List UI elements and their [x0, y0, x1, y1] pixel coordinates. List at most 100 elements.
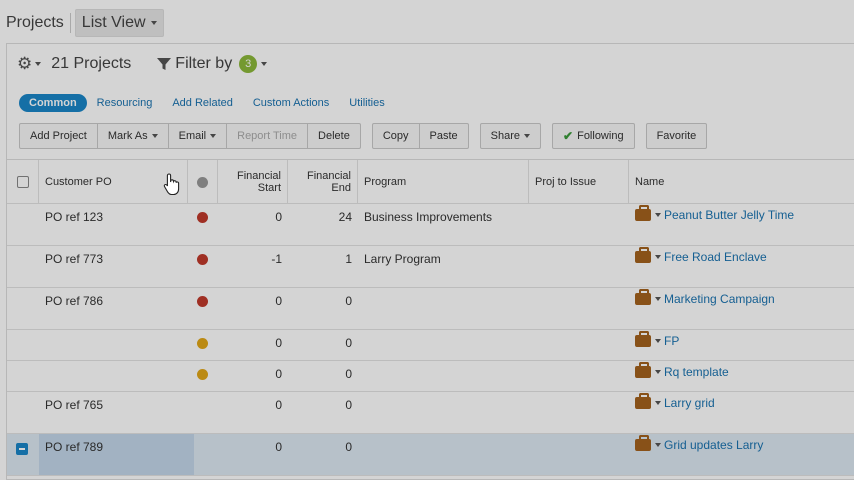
project-name-link[interactable]: Peanut Butter Jelly Time — [664, 209, 794, 221]
briefcase-icon[interactable] — [635, 247, 651, 263]
tab-add-related[interactable]: Add Related — [162, 94, 243, 112]
column-header-label: Financial Start — [236, 169, 281, 194]
column-header-program[interactable]: Program — [358, 160, 529, 203]
view-selector[interactable]: List View — [74, 9, 164, 37]
add-project-label: Add Project — [30, 130, 87, 142]
following-button-group: ✔ Following — [552, 123, 635, 149]
cell-financial-start: 0 — [275, 210, 282, 224]
chevron-down-icon — [261, 62, 268, 66]
project-name-link[interactable]: Marketing Campaign — [664, 293, 775, 305]
chevron-down-icon[interactable] — [655, 297, 661, 301]
clipboard-button-group: Copy Paste — [371, 123, 469, 149]
status-dot-icon — [197, 369, 208, 380]
chevron-down-icon[interactable] — [655, 213, 661, 217]
row-checkbox[interactable] — [16, 443, 28, 455]
project-name-link[interactable]: FP — [664, 335, 679, 347]
chevron-down-icon[interactable] — [35, 62, 42, 66]
cell-name: Marketing Campaign — [629, 289, 854, 305]
breadcrumb-divider — [69, 13, 71, 33]
cell-name: Rq template — [629, 362, 854, 378]
cell-financial-start: 0 — [275, 336, 282, 350]
table-row[interactable]: PO ref 773 -1 1 Larry Program Free Road Encl… — [7, 246, 854, 288]
briefcase-icon[interactable] — [635, 393, 651, 409]
filter-button[interactable]: Filter by 3 — [157, 55, 268, 73]
status-dot-icon — [197, 296, 208, 307]
favorite-button[interactable]: Favorite — [647, 124, 707, 148]
email-button[interactable]: Email — [169, 124, 228, 148]
status-dot-icon — [197, 338, 208, 349]
tab-custom-actions[interactable]: Custom Actions — [243, 94, 339, 112]
briefcase-icon[interactable] — [635, 435, 651, 451]
table-row[interactable]: PO ref 786 0 0 Marketing Campaign — [7, 288, 854, 330]
projects-panel: ⚙ 21 Projects Filter by 3 Common Resourc… — [6, 43, 854, 480]
project-name-link[interactable]: Free Road Enclave — [664, 251, 767, 263]
filter-label: Filter by — [175, 55, 233, 72]
paste-button[interactable]: Paste — [420, 124, 468, 148]
table-row[interactable]: PO ref 123 0 24 Business Improvements Peanut… — [7, 204, 854, 246]
email-label: Email — [178, 130, 207, 142]
table-row[interactable]: 0 0 Rq template — [7, 361, 854, 392]
breadcrumb-projects[interactable]: Projects — [6, 14, 64, 32]
edit-button-group: Add Project Mark As Email Report Time De… — [19, 123, 361, 149]
column-header-name[interactable]: Name — [629, 160, 854, 203]
status-dot-icon — [197, 254, 208, 265]
project-name-link[interactable]: Rq template — [664, 366, 729, 378]
cell-program: Larry Program — [364, 252, 441, 266]
tab-utilities[interactable]: Utilities — [339, 94, 394, 112]
project-name-link[interactable]: Larry grid — [664, 397, 715, 409]
briefcase-icon[interactable] — [635, 205, 651, 221]
delete-button[interactable]: Delete — [308, 124, 360, 148]
cell-financial-start: -1 — [271, 252, 282, 266]
chevron-down-icon[interactable] — [655, 339, 661, 343]
cell-customer-po: PO ref 765 — [45, 398, 104, 412]
column-header-label: Proj to Issue — [535, 175, 597, 188]
column-header-label: Program — [364, 175, 407, 188]
project-count: 21 Projects — [51, 55, 132, 72]
delete-label: Delete — [318, 130, 350, 142]
breadcrumb: Projects List View — [6, 8, 164, 38]
mark-as-label: Mark As — [107, 130, 148, 142]
checkmark-icon: ✔ — [563, 129, 574, 143]
column-header-financial-end[interactable]: Financial End — [288, 160, 358, 203]
project-name-link[interactable]: Grid updates Larry — [664, 439, 763, 451]
table-row[interactable]: 0 0 FP — [7, 330, 854, 361]
cell-name: Larry grid — [629, 393, 854, 409]
following-button[interactable]: ✔ Following — [553, 124, 634, 148]
chevron-down-icon[interactable] — [655, 443, 661, 447]
chevron-down-icon[interactable] — [655, 255, 661, 259]
column-header-financial-start[interactable]: Financial Start — [218, 160, 288, 203]
cell-financial-start: 0 — [275, 367, 282, 381]
table-row[interactable]: PO ref 765 0 0 Larry grid — [7, 392, 854, 434]
cell-financial-start: 0 — [275, 398, 282, 412]
briefcase-icon[interactable] — [635, 289, 651, 305]
panel-header: ⚙ 21 Projects Filter by 3 — [17, 52, 268, 76]
add-project-button[interactable]: Add Project — [20, 124, 98, 148]
gear-icon[interactable]: ⚙ — [17, 54, 32, 74]
cell-financial-end: 0 — [345, 336, 352, 350]
cell-name: Grid updates Larry — [629, 435, 854, 451]
chevron-down-icon — [210, 134, 217, 138]
cell-financial-end: 0 — [345, 398, 352, 412]
table-row[interactable]: PO ref 789 0 0 Grid updates Larry — [7, 434, 854, 476]
report-time-label: Report Time — [237, 130, 298, 142]
column-header-status[interactable] — [188, 160, 218, 203]
chevron-down-icon[interactable] — [655, 370, 661, 374]
mark-as-button[interactable]: Mark As — [98, 124, 169, 148]
column-header-proj-to-issue[interactable]: Proj to Issue — [529, 160, 629, 203]
briefcase-icon[interactable] — [635, 331, 651, 347]
copy-button[interactable]: Copy — [373, 124, 420, 148]
funnel-icon — [157, 58, 172, 70]
share-button[interactable]: Share — [481, 124, 540, 148]
tab-common[interactable]: Common — [19, 94, 87, 112]
share-label: Share — [490, 130, 521, 142]
column-header-label: Financial End — [306, 169, 351, 194]
copy-label: Copy — [382, 130, 409, 142]
paste-label: Paste — [429, 130, 458, 142]
chevron-down-icon[interactable] — [655, 401, 661, 405]
report-time-button[interactable]: Report Time — [227, 124, 309, 148]
tab-resourcing[interactable]: Resourcing — [87, 94, 163, 112]
select-all-checkbox[interactable] — [17, 176, 29, 188]
favorite-label: Favorite — [656, 130, 697, 142]
cell-customer-po: PO ref 773 — [45, 252, 104, 266]
briefcase-icon[interactable] — [635, 362, 651, 378]
